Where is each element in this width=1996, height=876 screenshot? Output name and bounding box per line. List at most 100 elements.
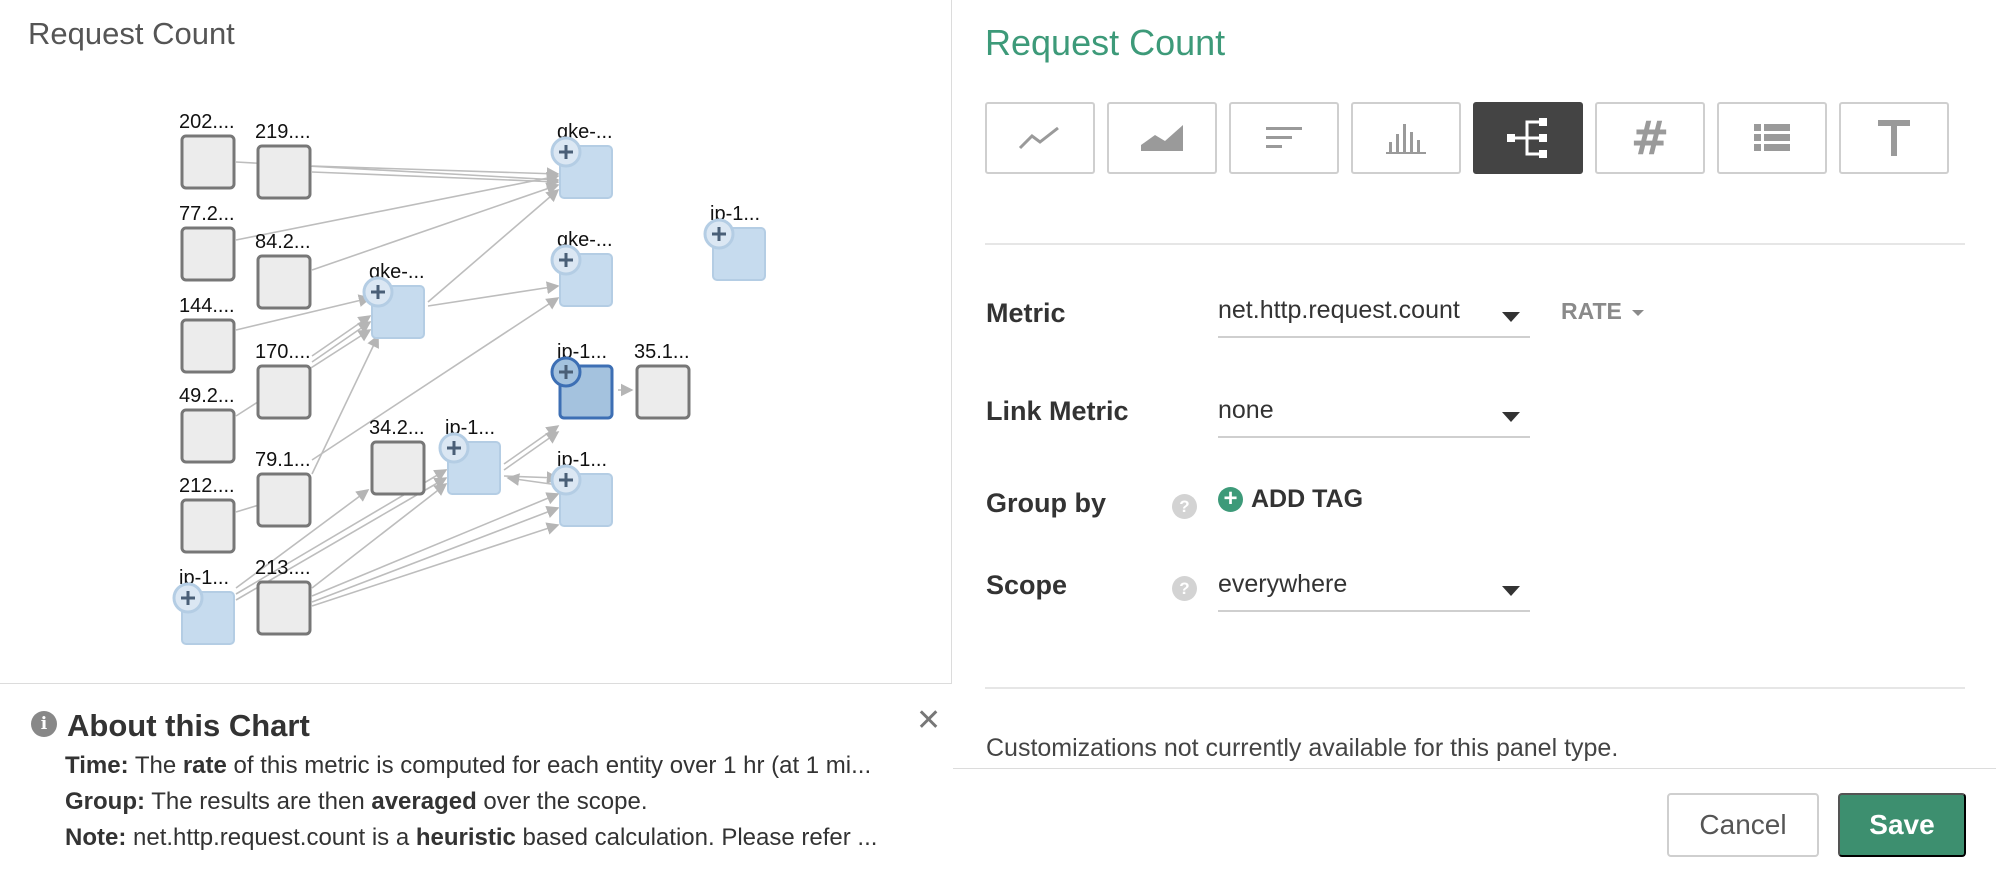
- add-tag-button[interactable]: + ADD TAG: [1218, 485, 1363, 514]
- topology-node[interactable]: ip-1...: [438, 417, 501, 495]
- topology-node[interactable]: 79.1...: [255, 449, 312, 528]
- scope-select[interactable]: everywhere: [1218, 566, 1530, 612]
- scope-label: Scope: [986, 570, 1068, 600]
- cancel-button[interactable]: Cancel: [1667, 793, 1819, 857]
- viz-topology-button[interactable]: [1473, 102, 1583, 174]
- topology-node[interactable]: ip-1...: [550, 449, 613, 527]
- rate-dropdown[interactable]: RATE: [1561, 298, 1644, 325]
- metric-select-value: net.http.request.count: [1218, 296, 1460, 324]
- histogram-icon: [1386, 124, 1426, 154]
- topology-node-box[interactable]: [370, 440, 426, 496]
- viz-distribution-button[interactable]: [1351, 102, 1461, 174]
- topology-node[interactable]: ip-1...: [172, 567, 235, 645]
- about-group-pre: The results are then: [151, 788, 372, 815]
- topology-node-label: 79.1...: [255, 449, 311, 471]
- topology-node-box[interactable]: [180, 134, 236, 190]
- viz-timeseries-button[interactable]: [985, 102, 1095, 174]
- widget-editor-pane: Request Count # Metric net.http.request.…: [953, 0, 1996, 876]
- about-time-bold: rate: [182, 752, 227, 779]
- link-metric-label: Link Metric: [986, 396, 1129, 426]
- topology-node-label: 219....: [255, 121, 311, 143]
- divider: [985, 687, 1965, 689]
- topology-node[interactable]: gke-...: [550, 229, 613, 307]
- topology-node-label: 212....: [179, 475, 235, 497]
- chart-preview-title: Request Count: [28, 16, 235, 51]
- number-icon: #: [1631, 116, 1670, 160]
- topology-node[interactable]: 84.2...: [255, 231, 312, 310]
- topology-node[interactable]: 170....: [255, 341, 312, 420]
- topology-node[interactable]: 35.1...: [634, 341, 691, 420]
- topology-node-box[interactable]: [256, 144, 312, 200]
- info-icon: i: [31, 711, 57, 737]
- link-metric-select-value: none: [1218, 396, 1274, 424]
- svg-text:#: #: [1631, 116, 1670, 160]
- link-metric-select[interactable]: none: [1218, 392, 1530, 438]
- topology-node[interactable]: gke-...: [550, 121, 613, 199]
- topology-node[interactable]: 219....: [255, 121, 312, 200]
- viz-area-button[interactable]: [1107, 102, 1217, 174]
- viz-query-value-button[interactable]: #: [1595, 102, 1705, 174]
- about-group-label: Group:: [65, 788, 145, 815]
- rate-label: RATE: [1561, 298, 1622, 324]
- about-group-bold: averaged: [371, 788, 477, 815]
- scope-select-value: everywhere: [1218, 570, 1348, 598]
- about-note-pre: net.http.request.count is a: [133, 824, 416, 851]
- about-time-pre: The: [134, 752, 183, 779]
- about-time-label: Time:: [65, 752, 129, 779]
- area-chart-icon: [1141, 125, 1183, 151]
- about-time-post: of this metric is computed for each enti…: [226, 752, 872, 779]
- widget-title[interactable]: Request Count: [985, 22, 1225, 64]
- topology-node[interactable]: 34.2...: [369, 417, 426, 496]
- topology-node-box[interactable]: [256, 472, 312, 528]
- close-icon[interactable]: ✕: [916, 706, 941, 736]
- help-icon[interactable]: ?: [1172, 576, 1197, 601]
- topology-node[interactable]: ip-1...: [703, 203, 766, 281]
- chevron-down-icon: [1502, 412, 1520, 422]
- about-note-label: Note:: [65, 824, 127, 851]
- topology-map: 202.... 219.... 77.2... 84.2... 144.... 170..…: [172, 111, 766, 645]
- topology-node[interactable]: 202....: [179, 111, 236, 190]
- topology-node[interactable]: gke-...: [362, 261, 425, 339]
- toplist-icon: [1266, 127, 1302, 148]
- topology-node-box[interactable]: [180, 498, 236, 554]
- line-chart-icon: [1018, 126, 1059, 150]
- topology-node-box[interactable]: [180, 226, 236, 282]
- about-chart-panel: i About this Chart ✕ Time: The rate of t…: [0, 683, 952, 876]
- viz-table-button[interactable]: [1717, 102, 1827, 174]
- topology-node-box[interactable]: [256, 254, 312, 310]
- topology-node-label: 84.2...: [255, 231, 311, 253]
- chart-preview-pane: Request Count 202.... 219.... 77.2... 84…: [0, 0, 952, 876]
- topology-node[interactable]: 49.2...: [179, 385, 236, 464]
- about-group-post: over the scope.: [476, 788, 648, 815]
- topology-node-box[interactable]: [256, 580, 312, 636]
- viz-toplist-button[interactable]: [1229, 102, 1339, 174]
- editor-footer: Cancel Save: [953, 768, 1996, 876]
- list-icon: [1754, 124, 1790, 151]
- topology-node-label: 144....: [179, 295, 235, 317]
- viz-text-button[interactable]: [1839, 102, 1949, 174]
- topology-node-box[interactable]: [180, 318, 236, 374]
- about-note-bold: heuristic: [415, 824, 516, 851]
- chevron-down-icon: [1502, 586, 1520, 596]
- topology-node[interactable]: 144....: [179, 295, 236, 374]
- metric-label: Metric: [986, 298, 1066, 328]
- customizations-note: Customizations not currently available f…: [986, 734, 1619, 762]
- help-icon[interactable]: ?: [1172, 494, 1197, 519]
- topology-node[interactable]: ip-1...: [550, 341, 614, 420]
- about-time-line: Time: The rate of this metric is compute…: [65, 752, 925, 780]
- visualization-type-bar: #: [985, 102, 1961, 174]
- about-group-line: Group: The results are then averaged ove…: [65, 788, 925, 816]
- topology-node-box[interactable]: [180, 408, 236, 464]
- about-note-post: based calculation. Please refer ...: [515, 824, 878, 851]
- topology-node[interactable]: 213....: [255, 557, 312, 636]
- topology-node-box[interactable]: [635, 364, 691, 420]
- topology-node-label: 49.2...: [179, 385, 235, 407]
- topology-node[interactable]: 77.2...: [179, 203, 236, 282]
- divider: [985, 243, 1965, 245]
- about-chart-title: About this Chart: [67, 708, 310, 743]
- save-button[interactable]: Save: [1838, 793, 1966, 857]
- topology-node-box[interactable]: [256, 364, 312, 420]
- text-icon: [1878, 120, 1910, 156]
- topology-node[interactable]: 212....: [179, 475, 236, 554]
- metric-select[interactable]: net.http.request.count: [1218, 292, 1530, 338]
